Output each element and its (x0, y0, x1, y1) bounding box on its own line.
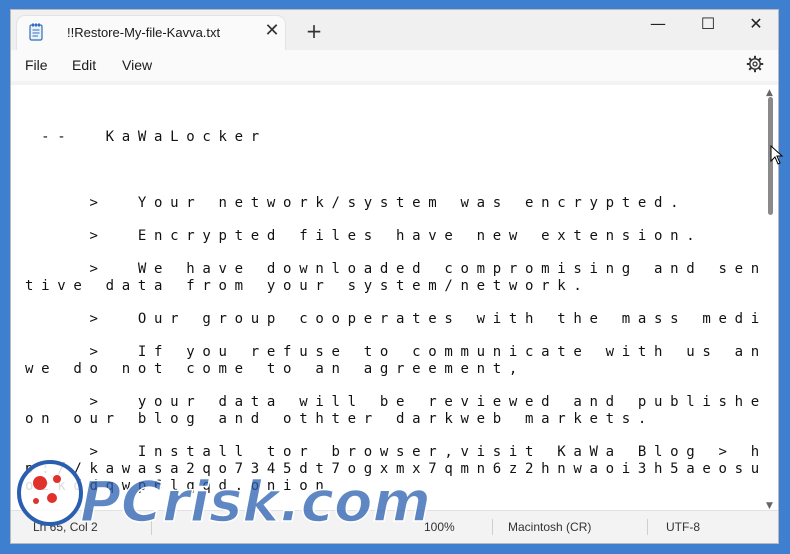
menu-file[interactable]: File (25, 57, 48, 73)
document-line: tive data from your system/network. (25, 278, 590, 294)
document-line: > your data will be reviewed and publish… (25, 394, 766, 410)
text-editor-area[interactable]: -- KaWaLocker > Your network/system was … (11, 85, 765, 513)
document-line: we do not come to an agreement, (25, 361, 525, 377)
pcrisk-watermark-logo: PCrisk.com (17, 460, 432, 536)
title-bar: !!Restore-My-file-Kavva.txt ✕ + — ☐ ✕ (11, 10, 778, 50)
menu-bar: File Edit View (11, 50, 778, 81)
status-line-ending: Macintosh (CR) (508, 520, 592, 534)
document-line: > We have downloaded compromising and se… (25, 261, 766, 277)
document-line: > Encrypted files have new extension. (25, 228, 703, 244)
document-line: > Your network/system was encrypted. (25, 195, 687, 211)
status-divider (492, 519, 493, 535)
document-line: > If you refuse to communicate with us a… (25, 344, 766, 360)
minimize-button[interactable]: — (635, 10, 681, 40)
close-window-button[interactable]: ✕ (733, 10, 778, 40)
tab-close-icon[interactable]: ✕ (262, 20, 282, 41)
tab-active-file[interactable]: !!Restore-My-file-Kavva.txt ✕ (17, 16, 285, 50)
status-encoding: UTF-8 (666, 520, 700, 534)
status-divider (647, 519, 648, 535)
document-line: on our blog and othter darkweb markets. (25, 411, 655, 427)
document-line: > Our group cooperates with the mass med… (25, 311, 766, 327)
mouse-cursor-icon (770, 145, 784, 165)
document-line: -- KaWaLocker (25, 129, 267, 145)
gear-icon[interactable] (746, 55, 764, 73)
tab-title: !!Restore-My-file-Kavva.txt (67, 25, 221, 40)
menu-view[interactable]: View (122, 57, 152, 73)
notepad-file-icon (29, 23, 43, 41)
watermark-text: PCrisk.com (80, 470, 431, 535)
menu-edit[interactable]: Edit (72, 57, 96, 73)
new-tab-button[interactable]: + (303, 19, 325, 43)
maximize-button[interactable]: ☐ (685, 10, 731, 40)
